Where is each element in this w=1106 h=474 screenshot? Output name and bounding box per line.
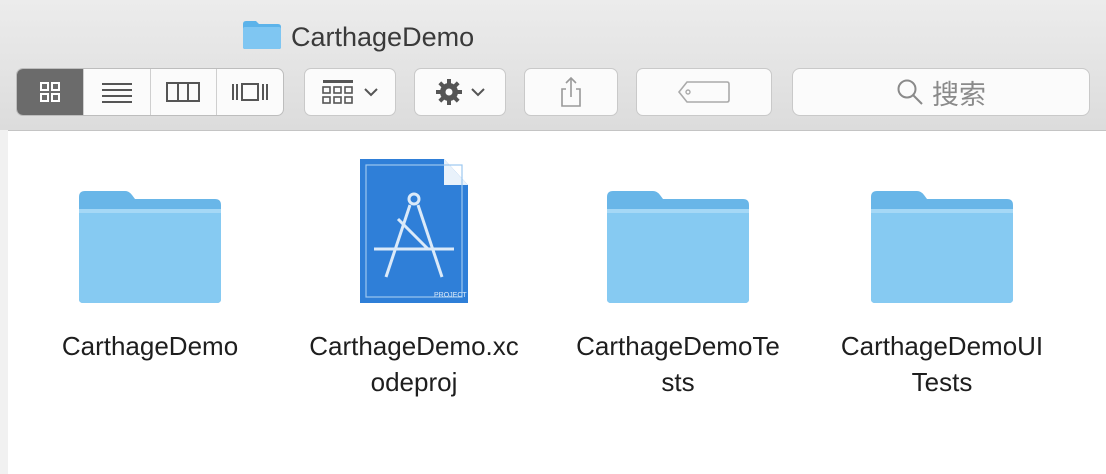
gear-icon [436, 79, 462, 105]
tag-button[interactable] [636, 68, 772, 116]
file-name: CarthageDemo [61, 331, 239, 361]
icon-view-button[interactable] [17, 69, 84, 115]
column-view-button[interactable] [151, 69, 218, 115]
chevron-down-icon [364, 88, 378, 97]
search-icon [897, 79, 923, 105]
window-title: CarthageDemo [291, 22, 475, 52]
file-name: CarthageDemo.xc odeproj [309, 331, 519, 397]
chevron-down-icon [471, 88, 485, 97]
folder-icon [243, 21, 281, 49]
project-badge: PROJECT [434, 292, 467, 299]
share-icon [561, 76, 581, 107]
window-title-bar: CarthageDemo [0, 10, 1106, 54]
grid-icon [39, 82, 60, 102]
file-icon-container: PROJECT [284, 150, 544, 305]
cover-flow-view-button[interactable] [217, 69, 283, 115]
cover-flow-icon [232, 83, 269, 101]
search-field[interactable]: 搜索 [792, 68, 1090, 116]
columns-icon [166, 82, 201, 102]
share-button[interactable] [524, 68, 618, 116]
arrange-button[interactable] [304, 68, 396, 116]
window-left-edge [0, 130, 8, 474]
arrange-grid-icon [322, 80, 353, 104]
search-placeholder: 搜索 [932, 79, 986, 110]
file-name: CarthageDemoTe sts [576, 331, 780, 397]
folder-icon [79, 191, 221, 303]
file-icon-container [20, 150, 280, 305]
file-name: CarthageDemoUI Tests [840, 331, 1044, 397]
xcode-project-icon: PROJECT [360, 159, 468, 303]
folder-icon [607, 191, 749, 303]
view-mode-segmented-control [16, 68, 284, 116]
list-view-button[interactable] [84, 69, 151, 115]
file-icon-container [812, 150, 1072, 305]
finder-toolbar: CarthageDemo 搜索 [0, 0, 1106, 131]
folder-icon [871, 191, 1013, 303]
list-icon [101, 83, 132, 103]
action-button[interactable] [414, 68, 506, 116]
tag-icon [677, 81, 730, 103]
file-icon-container [548, 150, 808, 305]
